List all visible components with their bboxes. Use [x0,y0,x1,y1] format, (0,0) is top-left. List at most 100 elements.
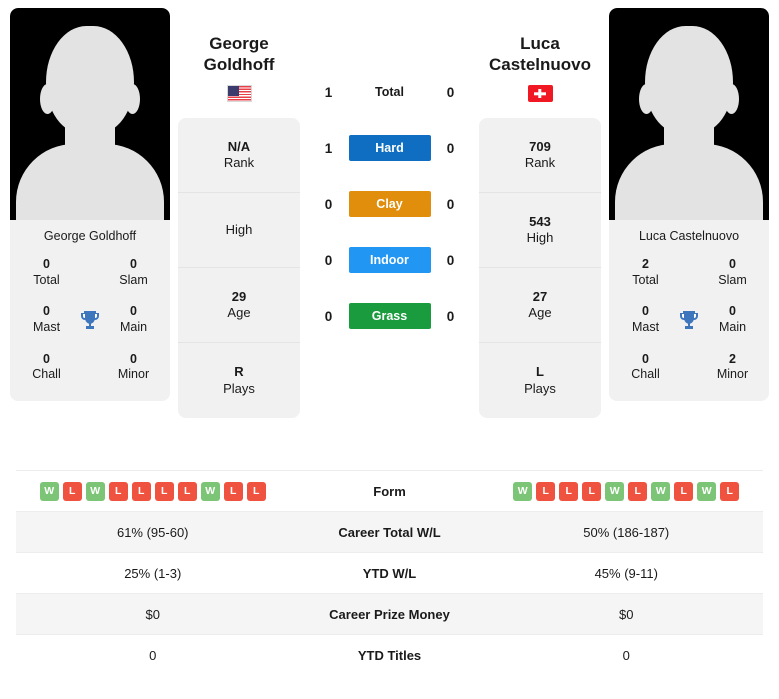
h2h-row-hard: 1 Hard 0 [308,120,471,176]
right-titles-main: 0 Main [704,304,761,335]
surface-badge-grass[interactable]: Grass [348,303,431,329]
left-titles-chall-value: 0 [43,351,50,366]
right-info-high-label: High [526,230,554,246]
right-ytd-wl: 45% (9-11) [594,565,658,581]
left-titles-slam-value: 0 [130,257,137,271]
right-player-info-card: 709 Rank 543 High 27 Age L Plays [479,118,601,419]
h2h-hard-left-score: 1 [324,140,333,156]
left-player-photo-card: George Goldhoff 0 Total 0 Slam 0 Mast 0 … [10,8,170,401]
h2h-row-grass: 0 Grass 0 [308,288,471,344]
left-form-cell: WLWLLLLWLL [16,481,290,501]
h2h-row-total: 1 Total 0 [308,64,471,120]
left-career-total-wl: 61% (95-60) [116,524,189,540]
form-badge-loss[interactable]: L [154,481,174,501]
form-badge-win[interactable]: W [513,481,533,501]
stat-label-career-total-wl: Career Total W/L [338,524,441,540]
left-info-plays: R Plays [178,343,300,418]
avatar-ear-left-icon [40,84,55,114]
left-titles-chall: 0 Chall [18,352,75,383]
left-player-info-column: George Goldhoff N/A Rank High 29 Age R P… [178,8,300,419]
left-info-high: High [178,193,300,269]
stat-row-career-total-wl: 61% (95-60) Career Total W/L 50% (186-18… [16,511,763,552]
form-badge-loss[interactable]: L [246,481,266,501]
stat-label-ytd-wl: YTD W/L [362,565,417,581]
form-badge-win[interactable]: W [605,481,625,501]
stat-row-ytd-wl: 25% (1-3) YTD W/L 45% (9-11) [16,552,763,593]
form-badge-loss[interactable]: L [536,481,556,501]
right-player-name: Luca Castelnuovo [488,34,592,74]
form-badge-win[interactable]: W [697,481,717,501]
left-player-info-card: N/A Rank High 29 Age R Plays [178,118,300,419]
left-titles-main: 0 Main [105,304,162,335]
right-info-plays-value: L [536,364,544,380]
h2h-clay-right-score: 0 [446,196,455,212]
form-badge-loss[interactable]: L [720,481,740,501]
left-titles-chall-label: Chall [32,367,61,382]
form-badge-loss[interactable]: L [62,481,82,501]
surface-badge-hard[interactable]: Hard [348,135,431,161]
h2h-total-right-score: 0 [446,84,455,100]
right-titles-mast: 0 Mast [617,304,674,335]
stat-row-ytd-titles: 0 YTD Titles 0 [16,634,763,675]
right-player-info-column: Luca Castelnuovo 709 Rank 543 High 27 Ag… [479,8,601,419]
left-form-list: WLWLLLLWLL [39,481,266,501]
left-ytd-titles: 0 [149,647,157,663]
surface-badge-indoor[interactable]: Indoor [348,247,431,273]
left-titles-slam-label: Slam [119,272,148,287]
right-info-rank-label: Rank [524,155,556,171]
left-player-flag [226,85,252,103]
left-info-rank-label: Rank [223,155,255,171]
h2h-hard-right-score: 0 [446,140,455,156]
right-titles-total-label: Total [632,272,659,287]
right-info-age: 27 Age [479,268,601,344]
right-titles-minor-label: Minor [716,367,749,382]
stat-label-ytd-titles: YTD Titles [357,647,422,663]
right-titles-mast-label: Mast [631,319,660,334]
form-badge-win[interactable]: W [200,481,220,501]
form-badge-loss[interactable]: L [177,481,197,501]
form-badge-loss[interactable]: L [223,481,243,501]
form-badge-loss[interactable]: L [628,481,648,501]
avatar-ear-right-icon [724,84,739,114]
player-comparison-area: George Goldhoff 0 Total 0 Slam 0 Mast 0 … [0,0,779,470]
left-titles-slam: 0 Slam [105,257,162,288]
right-titles-total: 2 Total [617,257,674,288]
h2h-total-left-score: 1 [324,84,333,100]
right-info-high: 543 High [479,193,601,269]
left-info-plays-value: R [234,364,244,380]
form-badge-loss[interactable]: L [582,481,602,501]
surface-badge-clay[interactable]: Clay [348,191,431,217]
avatar-head-icon [645,26,733,134]
left-titles-main-value: 0 [130,304,137,319]
ch-flag-icon [527,85,553,103]
left-titles-minor: 0 Minor [105,352,162,383]
right-titles-minor-value: 2 [729,351,736,366]
h2h-comparison-page: George Goldhoff 0 Total 0 Slam 0 Mast 0 … [0,0,779,699]
right-form-cell: WLLLWLWLWL [490,481,764,501]
avatar-body-icon [615,144,763,220]
right-player-flag [527,85,553,103]
left-ytd-wl: 25% (1-3) [124,565,182,581]
left-info-rank-value: N/A [227,138,251,154]
h2h-grass-left-score: 0 [324,308,333,324]
right-titles-chall: 0 Chall [617,352,674,383]
h2h-indoor-right-score: 0 [446,252,455,268]
form-badge-win[interactable]: W [85,481,105,501]
form-badge-loss[interactable]: L [674,481,694,501]
form-badge-loss[interactable]: L [131,481,151,501]
form-badge-win[interactable]: W [651,481,671,501]
right-titles-slam: 0 Slam [704,257,761,288]
avatar-body-icon [16,144,164,220]
left-info-plays-label: Plays [223,380,255,396]
left-titles-minor-label: Minor [117,367,150,382]
right-titles-chall-value: 0 [642,351,649,366]
form-badge-loss[interactable]: L [108,481,128,501]
right-player-card: Luca Castelnuovo 2 Total 0 Slam 0 Mast 0… [609,8,769,401]
left-titles-main-label: Main [119,319,148,334]
us-flag-icon [226,85,252,103]
form-badge-win[interactable]: W [39,481,59,501]
left-titles-mast-label: Mast [32,319,61,334]
form-badge-loss[interactable]: L [559,481,579,501]
h2h-total-label: Total [375,85,404,99]
h2h-row-clay: 0 Clay 0 [308,176,471,232]
